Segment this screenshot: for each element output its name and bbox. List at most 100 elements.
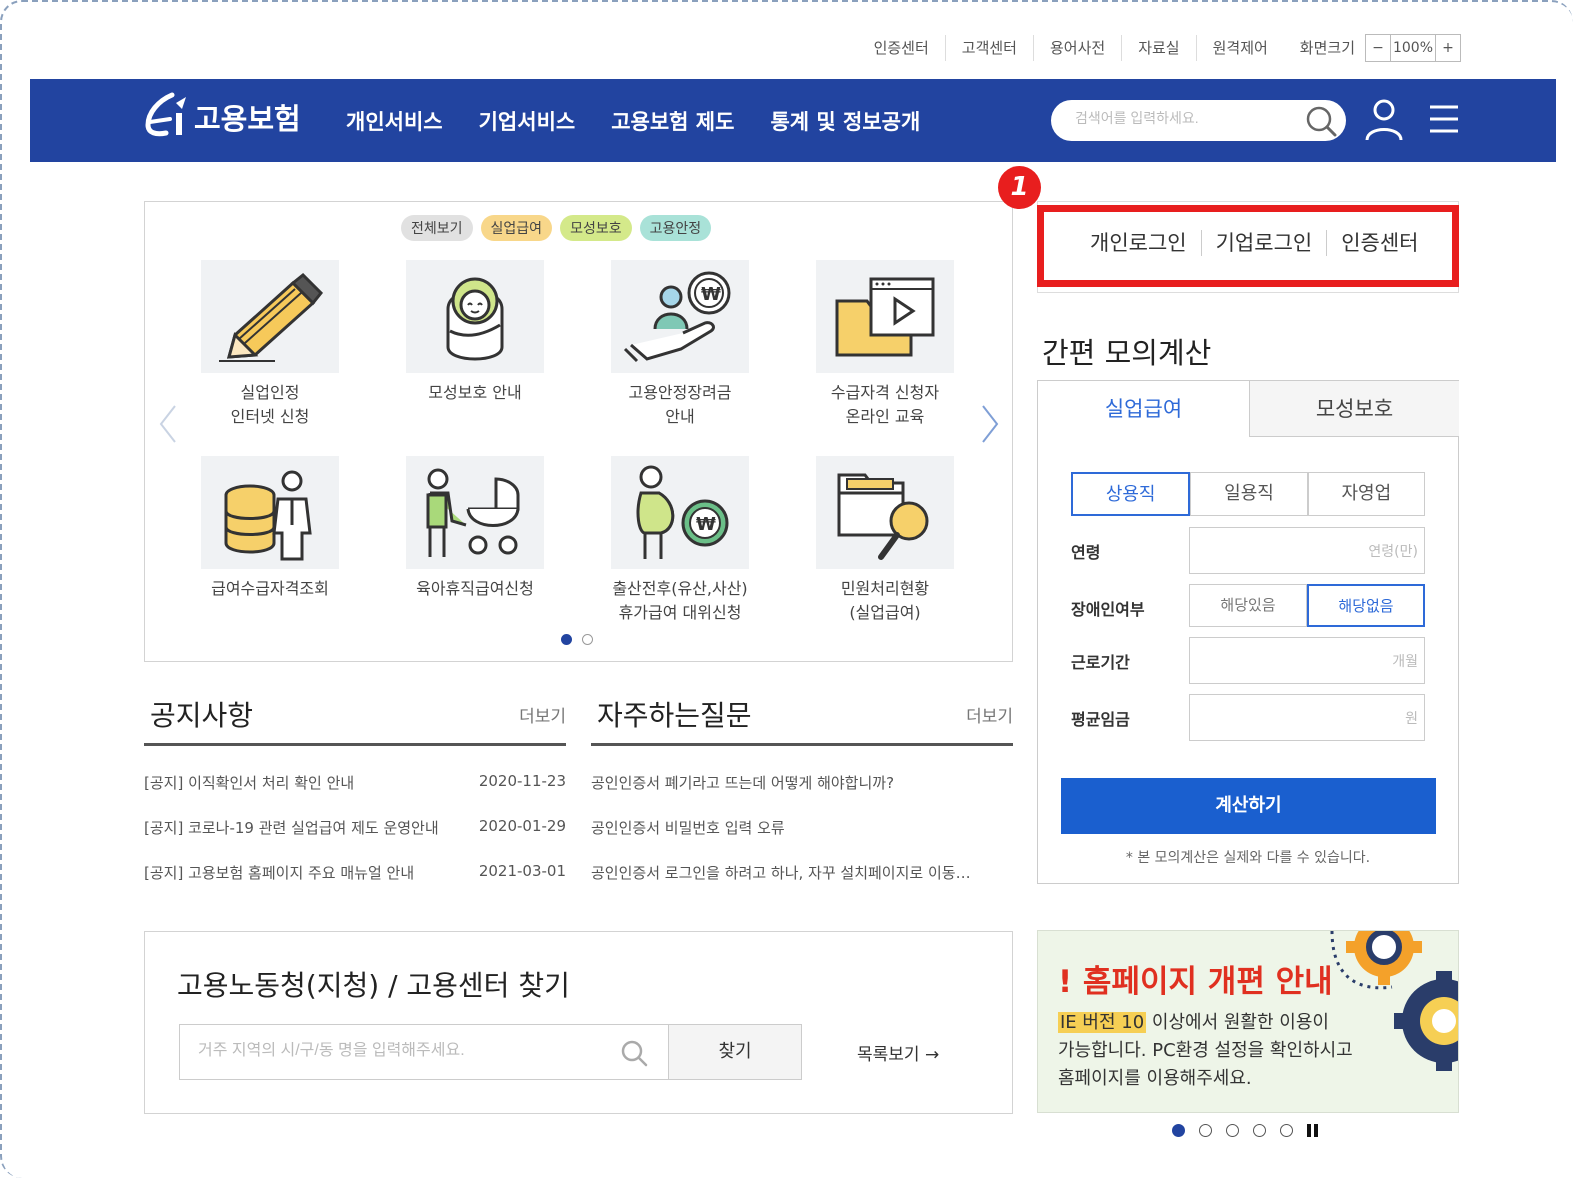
banner-pagination [1172,1124,1319,1137]
zoom-value: 100% [1390,35,1436,61]
user-icon[interactable] [1364,98,1404,142]
logo-text: 고용보험 [194,102,301,136]
menu-statistics[interactable]: 통계 및 정보공개 [770,106,920,136]
zoom-control: − 100% + [1365,34,1461,62]
tile-label: 급여수급자격조회 [211,579,329,598]
chip-all[interactable]: 전체보기 [401,215,473,241]
util-link-glossary[interactable]: 용어사전 [1034,35,1123,61]
type-regular[interactable]: 상용직 [1071,472,1191,516]
banner-dot[interactable] [1253,1124,1266,1137]
faq-item[interactable]: 공인인증서 비밀번호 입력 오류 [591,791,1013,837]
tile-label: 모성보호 안내 [428,383,522,402]
notice-item-date: 2020-01-29 [478,817,566,835]
banner-highlight: IE 버전 10 [1058,1012,1147,1033]
tile-icon-box [406,456,544,569]
search-input[interactable] [1075,110,1295,126]
disability-label: 장애인여부 [1071,600,1145,619]
search-icon[interactable] [1304,104,1338,138]
wage-field[interactable]: 원 [1189,694,1425,741]
notice-item[interactable]: [공지] 고용보험 홈페이지 주요 매뉴얼 안내 2021-03-01 [144,836,566,882]
carousel-dot[interactable] [561,634,572,645]
faq-item[interactable]: 공인인증서 폐기라고 뜨는데 어떻게 해야합니까? [591,746,1013,792]
main-menu: 개인서비스 기업서비스 고용보험 제도 통계 및 정보공개 [346,79,956,162]
chevron-right-icon[interactable] [979,402,1001,446]
disability-no-option[interactable]: 해당없음 [1307,584,1425,627]
step-badge: 1 [998,166,1041,209]
quick-tile[interactable]: 급여수급자격조회 [170,456,370,601]
quick-tile[interactable]: 모성보호 안내 [375,260,575,405]
utility-bar: 인증센터 고객센터 용어사전 자료실 원격제어 화면크기 − 100% + [858,34,1461,62]
util-link-cert[interactable]: 인증센터 [858,35,946,61]
quick-tile[interactable]: ₩ 출산전후(유산,사산) 휴가급여 대위신청 [580,456,780,625]
zoom-label: 화면크기 [1299,39,1355,57]
chip-stability[interactable]: 고용안정 [639,215,712,241]
tab-maternity[interactable]: 모성보호 [1249,381,1459,437]
period-row: 근로기간 개월 [1071,637,1427,684]
carousel-dot[interactable] [582,634,593,645]
menu-system[interactable]: 고용보험 제도 [611,106,734,136]
employment-type-selector: 상용직 일용직 자영업 [1071,472,1425,516]
pregnant-coin-icon: ₩ [636,465,729,559]
banner-dot[interactable] [1172,1124,1185,1137]
banner-dot[interactable] [1199,1124,1212,1137]
disability-yes-option[interactable]: 해당있음 [1189,584,1307,627]
calc-note: * 본 모의계산은 실제와 다를 수 있습니다. [1125,850,1371,866]
zoom-out-button[interactable]: − [1366,35,1390,61]
chevron-left-icon[interactable] [157,402,179,446]
util-link-customer[interactable]: 고객센터 [946,35,1034,61]
period-field[interactable]: 개월 [1189,637,1425,684]
carousel-dots [561,634,593,645]
tile-label: 민원처리현황 (실업급여) [840,579,930,622]
svg-text:₩: ₩ [701,284,721,305]
banner-dot[interactable] [1280,1124,1293,1137]
faq-header: 자주하는질문 더보기 [591,692,1013,746]
hamburger-menu-icon[interactable] [1428,104,1460,134]
faq-item-title: 공인인증서 폐기라고 뜨는데 어떻게 해야합니까? [591,774,895,792]
notice-more-link[interactable]: 더보기 [519,702,566,727]
search-icon [621,1040,648,1067]
wage-row: 평균임금 원 [1071,694,1427,741]
wage-placeholder: 원 [1405,711,1418,727]
notice-board: 공지사항 더보기 [공지] 이직확인서 처리 확인 안내 2020-11-23 … [144,692,566,882]
disability-row: 장애인여부 해당있음 해당없음 [1071,584,1427,631]
zoom-in-button[interactable]: + [1436,35,1460,61]
faq-item-title: 공인인증서 로그인을 하려고 하나, 자꾸 설치페이지로 이동… [591,864,971,882]
faq-more-link[interactable]: 더보기 [966,702,1013,727]
site-logo[interactable]: 고용보험 [142,89,301,145]
calculate-button[interactable]: 계산하기 [1061,778,1436,834]
quick-menu-panel: 전체보기 실업급여 모성보호 고용안정 실업인정 인터넷 신청 모성보호 안내 … [144,201,1013,662]
age-field[interactable]: 연령(만) [1189,527,1425,574]
type-self-employed[interactable]: 자영업 [1307,472,1425,516]
notice-header: 공지사항 더보기 [144,692,566,746]
calculator-panel: 실업급여 모성보호 상용직 일용직 자영업 연령 연령(만) 장애인여부 해당있… [1037,380,1459,884]
video-folder-icon [835,277,935,356]
logo-mark-icon [145,92,186,137]
period-label: 근로기간 [1071,653,1130,672]
util-link-remote[interactable]: 원격제어 [1197,35,1284,61]
tile-label: 수급자격 신청자 온라인 교육 [830,383,940,426]
quick-tile[interactable]: 민원처리현황 (실업급여) [785,456,985,625]
quick-tile[interactable]: 실업인정 인터넷 신청 [170,260,370,429]
chip-unemployment[interactable]: 실업급여 [480,215,553,241]
quick-tile[interactable]: ₩ 고용안정장려금 안내 [580,260,780,429]
type-daily[interactable]: 일용직 [1190,472,1308,516]
menu-personal[interactable]: 개인서비스 [346,106,443,136]
find-button[interactable]: 찾기 [668,1024,802,1080]
util-link-archive[interactable]: 자료실 [1122,35,1197,61]
notice-banner[interactable]: ! 홈페이지 개편 안내 IE 버전 10 이상에서 원활한 이용이 가능합니다… [1037,930,1459,1113]
office-finder: 고용노동청(지청) / 고용센터 찾기 찾기 목록보기 → [144,931,1013,1114]
menu-company[interactable]: 기업서비스 [479,106,576,136]
region-search-input[interactable] [198,1042,598,1060]
chip-maternity[interactable]: 모성보호 [560,215,632,241]
folder-search-icon [837,473,929,560]
quick-tile[interactable]: 수급자격 신청자 온라인 교육 [785,260,985,429]
banner-dot[interactable] [1226,1124,1239,1137]
faq-item[interactable]: 공인인증서 로그인을 하려고 하나, 자꾸 설치페이지로 이동… [591,836,1013,882]
notice-item[interactable]: [공지] 코로나-19 관련 실업급여 제도 운영안내 2020-01-29 [144,791,566,837]
quick-tile[interactable]: 육아휴직급여신청 [375,456,575,601]
list-view-link[interactable]: 목록보기 → [857,1040,939,1065]
tab-unemployment[interactable]: 실업급여 [1038,381,1249,437]
finder-title: 고용노동청(지청) / 고용센터 찾기 [177,969,570,1002]
pause-icon[interactable] [1307,1124,1319,1137]
notice-item[interactable]: [공지] 이직확인서 처리 확인 안내 2020-11-23 [144,746,566,792]
